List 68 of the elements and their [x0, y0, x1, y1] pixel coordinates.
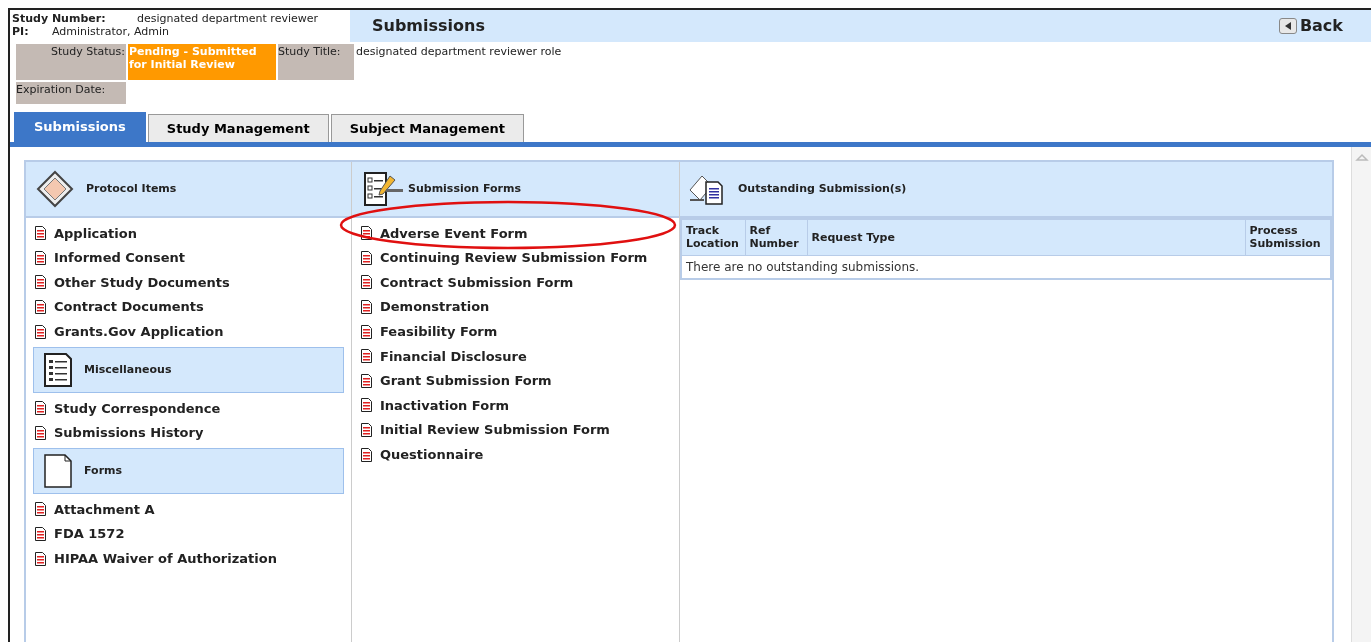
- section-title: Submission Forms: [408, 180, 521, 197]
- form-link[interactable]: HIPAA Waiver of Authorization: [54, 548, 277, 569]
- form-link[interactable]: Adverse Event Form: [380, 223, 528, 244]
- list-document-icon: [44, 352, 72, 387]
- study-title-value: designated department reviewer role: [356, 44, 562, 60]
- status-label: Study Status:: [16, 44, 126, 80]
- column-header: Request Type: [807, 219, 1245, 255]
- empty-message: There are no outstanding submissions.: [681, 255, 1331, 279]
- document-icon: [35, 275, 46, 290]
- study-number-value: designated department reviewer: [137, 12, 319, 25]
- form-link[interactable]: Submissions History: [54, 423, 204, 443]
- document-icon: [361, 398, 372, 413]
- document-icon: [361, 423, 372, 438]
- blank-page-icon: [44, 454, 72, 489]
- section-title: Forms: [84, 462, 123, 479]
- back-button[interactable]: Back: [1278, 14, 1343, 38]
- tab[interactable]: Study Management: [147, 114, 329, 142]
- form-link[interactable]: Financial Disclosure: [380, 346, 527, 366]
- column-header: Track Location: [681, 219, 745, 255]
- document-icon: [361, 324, 372, 339]
- document-icon: [361, 447, 372, 462]
- form-link[interactable]: Feasibility Form: [380, 321, 498, 342]
- form-link[interactable]: Inactivation Form: [380, 395, 510, 416]
- section-title: Protocol Items: [86, 180, 177, 197]
- document-icon: [35, 425, 46, 440]
- form-link[interactable]: Questionnaire: [380, 444, 484, 465]
- form-link[interactable]: Grants.Gov Application: [54, 321, 224, 342]
- scroll-up-icon[interactable]: [1354, 151, 1369, 163]
- document-icon: [361, 300, 372, 315]
- page-title: Submissions: [372, 15, 485, 37]
- form-link[interactable]: Demonstration: [380, 297, 490, 317]
- form-link[interactable]: Contract Documents: [54, 297, 204, 317]
- document-icon: [35, 401, 46, 416]
- form-link[interactable]: Contract Submission Form: [380, 272, 574, 293]
- form-link[interactable]: Informed Consent: [54, 248, 186, 268]
- document-icon: [361, 349, 372, 364]
- document-icon: [35, 502, 46, 517]
- section-title: Miscellaneous: [84, 361, 172, 378]
- pi-label: PI:: [12, 25, 30, 38]
- form-link[interactable]: Application: [54, 223, 137, 244]
- form-link[interactable]: Other Study Documents: [54, 272, 230, 293]
- document-icon: [361, 226, 372, 241]
- document-icon: [361, 250, 372, 265]
- checklist-pencil-icon: [364, 172, 404, 206]
- document-icon: [35, 300, 46, 315]
- document-icon: [361, 275, 372, 290]
- document-icon: [361, 373, 372, 388]
- document-icon: [35, 551, 46, 566]
- tab[interactable]: Submissions: [14, 112, 146, 142]
- form-link[interactable]: Initial Review Submission Form: [380, 420, 610, 440]
- status-badge: Pending - Submitted for Initial Review: [128, 44, 276, 80]
- document-icon: [35, 527, 46, 542]
- study-number-label: Study Number:: [12, 12, 107, 25]
- pi-value: Administrator, Admin: [52, 25, 170, 38]
- document-icon: [35, 226, 46, 241]
- column-header: Ref Number: [745, 219, 807, 255]
- form-link[interactable]: Continuing Review Submission Form: [380, 248, 648, 268]
- study-title-label: Study Title:: [278, 44, 354, 80]
- form-link[interactable]: Study Correspondence: [54, 398, 221, 418]
- document-icon: [35, 250, 46, 265]
- form-link[interactable]: FDA 1572: [54, 524, 125, 544]
- document-icon: [35, 324, 46, 339]
- stamp-icon: [36, 170, 74, 208]
- tab[interactable]: Subject Management: [330, 114, 524, 142]
- form-link[interactable]: Grant Submission Form: [380, 371, 552, 391]
- form-link[interactable]: Attachment A: [54, 499, 155, 520]
- expiration-date-label: Expiration Date:: [16, 82, 126, 104]
- section-title: Outstanding Submission(s): [738, 180, 907, 197]
